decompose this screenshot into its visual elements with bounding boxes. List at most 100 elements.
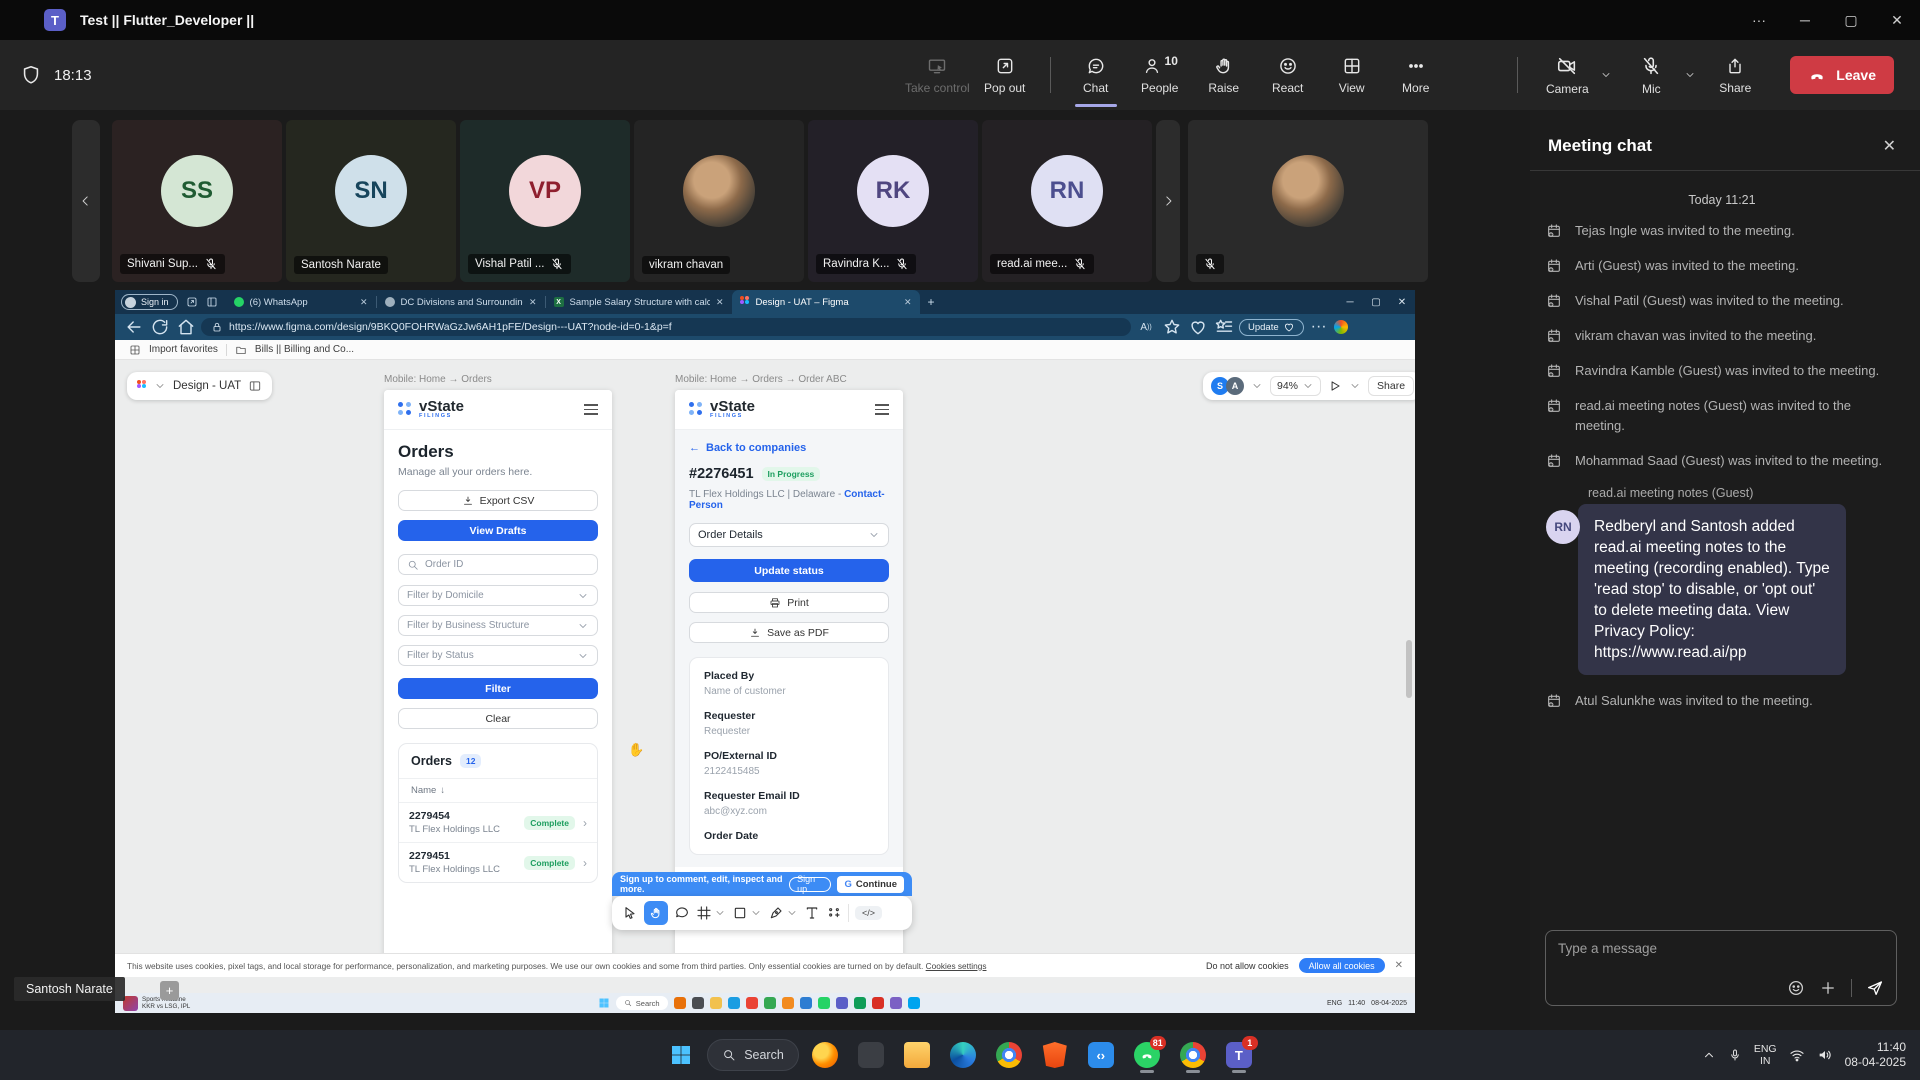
taskbar-app-icon[interactable]: [746, 997, 758, 1009]
taskbar-app-icon[interactable]: [800, 997, 812, 1009]
participant-tile[interactable]: SN Santosh Narate: [286, 120, 456, 282]
signup-button[interactable]: Sign up: [789, 877, 831, 892]
vertical-tabs-icon[interactable]: [206, 296, 218, 308]
cookie-settings-link[interactable]: Cookies settings: [926, 961, 987, 971]
chat-message-input[interactable]: Type a message: [1545, 930, 1897, 1006]
print-button[interactable]: Print: [689, 592, 889, 613]
save-as-pdf-button[interactable]: Save as PDF: [689, 622, 889, 643]
taskbar-app-icon[interactable]: [890, 997, 902, 1009]
tray-mic-icon[interactable]: [1728, 1048, 1742, 1062]
chrome-app[interactable]: [989, 1035, 1029, 1075]
collaborator-avatar[interactable]: A: [1226, 377, 1244, 395]
brave-app[interactable]: [1035, 1035, 1075, 1075]
browser-close-button[interactable]: ✕: [1389, 290, 1415, 314]
browser-tab-active[interactable]: Design - UAT – Figma ✕: [732, 290, 920, 314]
edge-app[interactable]: [943, 1035, 983, 1075]
browser-tab[interactable]: DC Divisions and Surroundings ✕: [377, 290, 545, 314]
filter-button[interactable]: Filter: [398, 678, 598, 699]
mobile-frame-orders[interactable]: vState FILINGS Orders Manage all your or…: [384, 390, 612, 965]
sort-descending-icon[interactable]: ↓: [440, 785, 445, 796]
order-details-select[interactable]: Order Details: [689, 523, 889, 547]
raise-hand-button[interactable]: Raise: [1195, 43, 1253, 107]
back-icon[interactable]: [123, 317, 145, 337]
participant-tile[interactable]: SS Shivani Sup...: [112, 120, 282, 282]
name-column-header[interactable]: Name: [411, 785, 436, 796]
clear-button[interactable]: Clear: [398, 708, 598, 729]
toggle-panel-icon[interactable]: [248, 379, 262, 393]
taskbar-app-icon[interactable]: [764, 997, 776, 1009]
order-row[interactable]: 2279451 TL Flex Holdings LLC Complete ›: [399, 842, 597, 882]
browser-tab[interactable]: X Sample Salary Structure with calc ✕: [546, 290, 732, 314]
frame-label[interactable]: Mobile: Home → Orders → Order ABC: [675, 374, 847, 385]
import-favorites-link[interactable]: Import favorites: [149, 344, 218, 355]
pinned-participant-tile[interactable]: [1188, 120, 1428, 282]
favorite-icon[interactable]: [1161, 317, 1183, 337]
react-button[interactable]: React: [1259, 43, 1317, 107]
chat-message-bubble[interactable]: Redberyl and Santosh added read.ai meeti…: [1578, 504, 1846, 675]
volume-icon[interactable]: [1817, 1047, 1833, 1063]
refresh-icon[interactable]: [149, 317, 171, 337]
filter-status-select[interactable]: Filter by Status: [398, 645, 598, 666]
leave-button[interactable]: Leave: [1790, 56, 1894, 94]
hamburger-menu-icon[interactable]: [584, 404, 598, 415]
present-icon[interactable]: [1328, 379, 1342, 393]
browser-maximize-button[interactable]: ▢: [1363, 290, 1389, 314]
minimize-button[interactable]: ─: [1782, 0, 1828, 40]
more-button[interactable]: More: [1387, 43, 1445, 107]
share-button[interactable]: Share: [1706, 43, 1764, 107]
presenter-add-button[interactable]: +: [160, 981, 179, 1000]
figma-canvas[interactable]: Design - UAT S A 94% Share Mobile: Home …: [115, 360, 1415, 993]
favorites-folder-link[interactable]: Bills || Billing and Co...: [255, 344, 354, 355]
export-csv-button[interactable]: Export CSV: [398, 490, 598, 511]
tab-close-icon[interactable]: ✕: [360, 297, 368, 308]
taskbar-app-icon[interactable]: [692, 997, 704, 1009]
tab-actions-icon[interactable]: [186, 296, 198, 308]
tab-close-icon[interactable]: ✕: [529, 297, 537, 308]
tab-close-icon[interactable]: ✕: [904, 297, 912, 308]
wifi-icon[interactable]: [1789, 1047, 1805, 1063]
move-tool-icon[interactable]: [622, 905, 638, 921]
home-icon[interactable]: [175, 317, 197, 337]
taskbar-search-box[interactable]: Search: [707, 1039, 799, 1071]
comment-tool-icon[interactable]: [674, 905, 690, 921]
taskbar-app-icon[interactable]: [872, 997, 884, 1009]
allow-cookies-button[interactable]: Allow all cookies: [1299, 958, 1385, 973]
browser-settings-icon[interactable]: ···: [1308, 317, 1330, 337]
hamburger-menu-icon[interactable]: [875, 404, 889, 415]
order-id-input[interactable]: Order ID: [398, 554, 598, 575]
start-button-icon[interactable]: [598, 997, 610, 1009]
maximize-button[interactable]: ▢: [1828, 0, 1874, 40]
chrome-profile-app[interactable]: [1173, 1035, 1213, 1075]
text-tool-icon[interactable]: [804, 905, 820, 921]
view-button[interactable]: View: [1323, 43, 1381, 107]
browser-minimize-button[interactable]: ─: [1337, 290, 1363, 314]
mic-chevron-icon[interactable]: [1684, 69, 1696, 81]
order-row[interactable]: 2279454 TL Flex Holdings LLC Complete ›: [399, 802, 597, 842]
taskbar-app-icon[interactable]: [836, 997, 848, 1009]
vscode-app[interactable]: ‹›: [1081, 1035, 1121, 1075]
browser-update-button[interactable]: Update: [1239, 319, 1304, 336]
dev-mode-toggle[interactable]: </>: [855, 906, 882, 920]
dark-app[interactable]: [851, 1035, 891, 1075]
pop-out-button[interactable]: Pop out: [976, 43, 1034, 107]
collections-icon[interactable]: [1213, 317, 1235, 337]
view-drafts-button[interactable]: View Drafts: [398, 520, 598, 541]
language-switcher[interactable]: ENG IN: [1754, 1043, 1777, 1067]
chevron-down-icon[interactable]: [154, 380, 166, 392]
address-bar[interactable]: https://www.figma.com/design/9BKQ0FOHRWa…: [201, 318, 1131, 336]
taskbar-app-icon[interactable]: [818, 997, 830, 1009]
frame-label[interactable]: Mobile: Home → Orders: [384, 374, 492, 385]
taskbar-app-icon[interactable]: [674, 997, 686, 1009]
camera-control[interactable]: Camera: [1538, 43, 1612, 107]
browser-tab[interactable]: (6) WhatsApp ✕: [226, 290, 376, 314]
taskbar-app-icon[interactable]: [908, 997, 920, 1009]
copilot-icon[interactable]: [1334, 320, 1348, 334]
presenter-search-box[interactable]: Search: [616, 996, 668, 1010]
participant-tile[interactable]: vikram chavan: [634, 120, 804, 282]
frame-tool[interactable]: [696, 905, 726, 921]
taskbar-app-icon[interactable]: [782, 997, 794, 1009]
file-explorer-app[interactable]: [897, 1035, 937, 1075]
taskbar-app-icon[interactable]: [854, 997, 866, 1009]
zoom-select[interactable]: 94%: [1270, 376, 1321, 396]
tray-chevron-icon[interactable]: [1702, 1048, 1716, 1062]
